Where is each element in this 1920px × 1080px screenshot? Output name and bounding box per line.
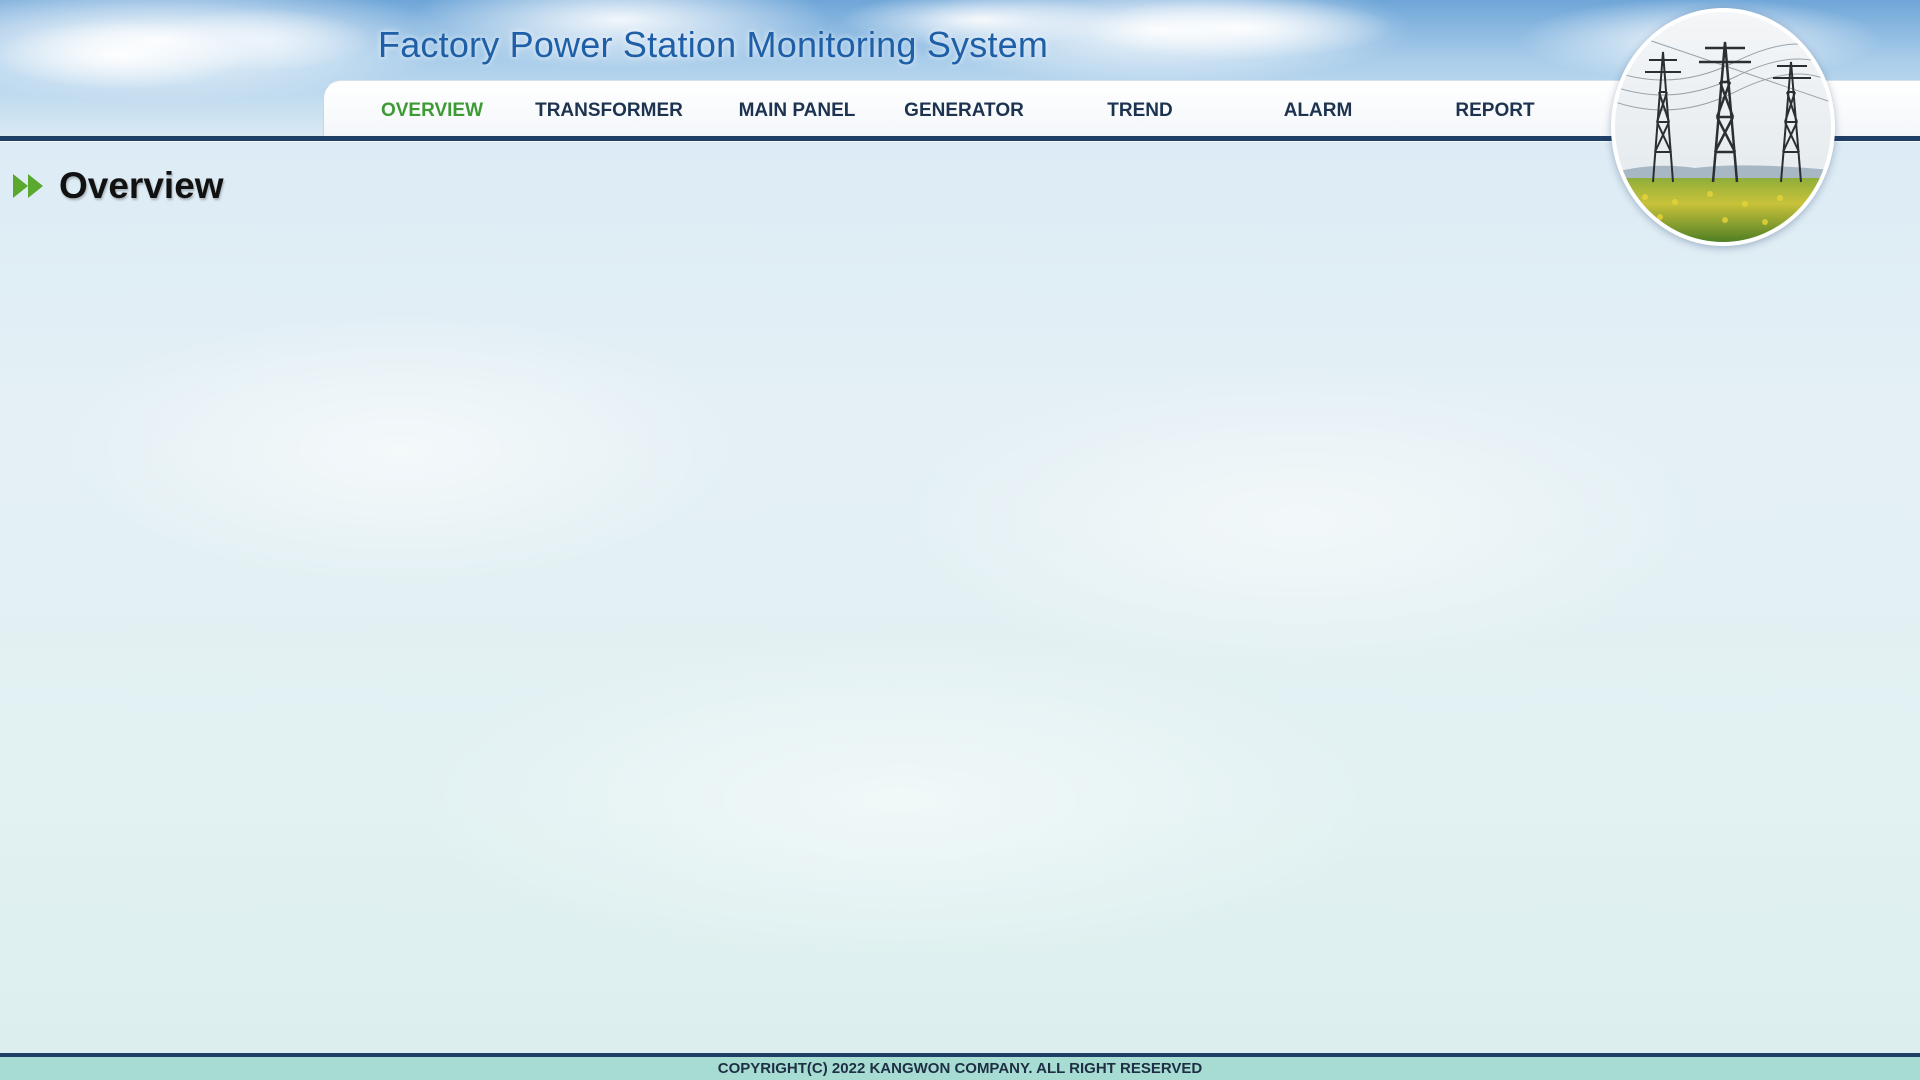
nav-item-report[interactable]: REPORT: [1455, 100, 1534, 122]
page-title: Overview: [59, 165, 224, 206]
nav-item-generator[interactable]: GENERATOR: [904, 100, 1024, 122]
nav-item-alarm[interactable]: ALARM: [1284, 100, 1353, 122]
nav-item-transformer[interactable]: TRANSFORMER: [535, 100, 683, 122]
double-arrow-right-icon: [13, 174, 43, 198]
nav-item-main-panel[interactable]: MAIN PANEL: [739, 100, 856, 122]
copyright-text: COPYRIGHT(C) 2022 KANGWON COMPANY. ALL R…: [717, 1060, 1203, 1077]
footer: COPYRIGHT(C) 2022 KANGWON COMPANY. ALL R…: [0, 1057, 1920, 1080]
nav-item-trend[interactable]: TREND: [1107, 100, 1172, 122]
app-window: Factory Power Station Monitoring System …: [0, 0, 1920, 1080]
app-title: Factory Power Station Monitoring System: [378, 24, 1049, 65]
page-heading: Overview: [12, 165, 224, 207]
content-area: [0, 141, 1920, 1055]
nav-item-overview[interactable]: OVERVIEW: [381, 100, 483, 122]
